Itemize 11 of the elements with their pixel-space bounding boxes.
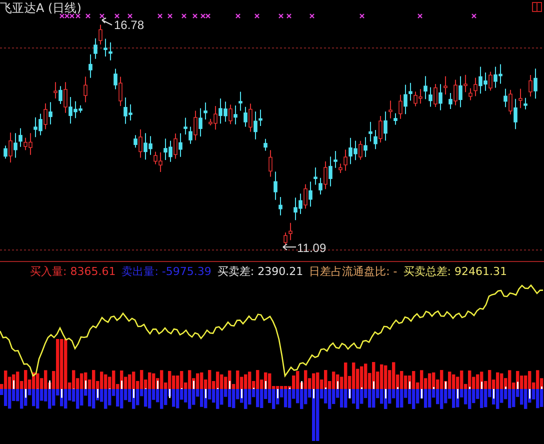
indicator-reading: 买卖总差: 92461.31 xyxy=(403,264,507,280)
indicator-reading: 买卖差: 2390.21 xyxy=(217,264,304,280)
panel-toggle-icon[interactable] xyxy=(532,2,542,12)
high-price-label: 16.78 xyxy=(114,18,144,32)
pointer-arrow-icon xyxy=(102,18,112,26)
pointer-arrow-icon xyxy=(282,244,296,250)
indicator-reading: 日差占流通盘比: - xyxy=(309,264,398,280)
chart-title: 飞亚达A (日线) xyxy=(0,0,82,17)
low-price-label: 11.09 xyxy=(297,241,326,255)
indicator-reading: 买入量: 8365.61 xyxy=(30,264,116,280)
indicator-reading: 卖出量: -5975.39 xyxy=(122,264,212,280)
